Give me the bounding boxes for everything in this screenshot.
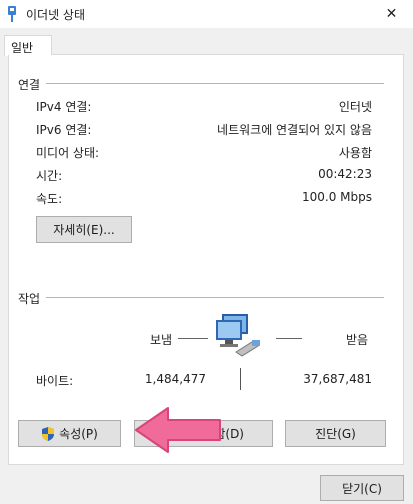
- diagnose-button[interactable]: 진단(G): [285, 420, 386, 447]
- received-label: 받음: [346, 333, 369, 347]
- window-title: 이더넷 상태: [26, 8, 86, 22]
- title-bar: 이더넷 상태 ✕: [0, 0, 413, 28]
- sent-label: 보냄: [150, 333, 173, 347]
- ipv6-label: IPv6 연결:: [36, 123, 92, 137]
- bytes-divider: [240, 368, 241, 390]
- ipv6-value: 네트워크에 연결되어 있지 않음: [217, 123, 372, 137]
- activity-heading: 작업: [18, 292, 41, 306]
- speed-value: 100.0 Mbps: [301, 190, 372, 204]
- tab-general-label: 일반: [11, 41, 34, 55]
- details-button-label: 자세히(E)...: [53, 223, 115, 237]
- bytes-received-value: 37,687,481: [303, 372, 372, 386]
- properties-button-label: 속성(P): [59, 427, 98, 441]
- close-icon: ✕: [385, 6, 398, 22]
- close-button[interactable]: 닫기(C): [320, 475, 404, 501]
- details-button[interactable]: 자세히(E)...: [36, 216, 132, 243]
- network-computers-icon: [216, 314, 260, 357]
- ipv4-label: IPv4 연결:: [36, 100, 92, 114]
- duration-value: 00:42:23: [318, 167, 372, 181]
- diagnose-button-label: 진단(G): [315, 427, 356, 441]
- connection-separator: [46, 83, 384, 84]
- sent-line: [178, 338, 208, 339]
- bytes-label: 바이트:: [36, 374, 74, 388]
- bytes-sent-value: 1,484,477: [144, 372, 206, 386]
- received-line: [276, 338, 302, 339]
- tab-general[interactable]: 일반: [4, 35, 52, 56]
- ipv4-value: 인터넷: [338, 100, 372, 114]
- annotation-arrow-icon: [135, 407, 221, 453]
- speed-label: 속도:: [36, 192, 63, 206]
- ethernet-plug-icon: [8, 6, 16, 22]
- activity-separator: [46, 297, 384, 298]
- media-state-value: 사용함: [338, 146, 372, 160]
- duration-label: 시간:: [36, 169, 63, 183]
- connection-heading: 연결: [18, 78, 41, 92]
- uac-shield-icon: [42, 426, 55, 441]
- properties-button[interactable]: 속성(P): [18, 420, 121, 447]
- close-window-button[interactable]: ✕: [370, 0, 413, 28]
- media-state-label: 미디어 상태:: [36, 146, 100, 160]
- close-button-label: 닫기(C): [342, 481, 382, 496]
